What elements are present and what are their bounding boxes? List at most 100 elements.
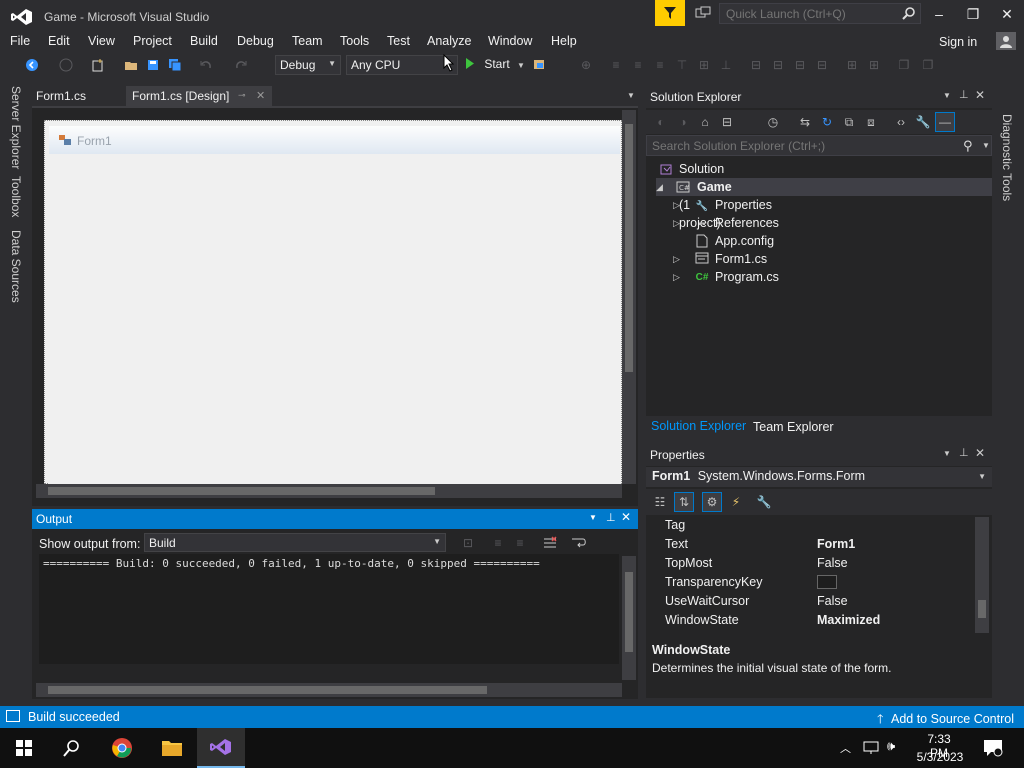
collapsed-triangle-icon[interactable]: ▷ <box>673 268 680 286</box>
output-dropdown-chevron-icon[interactable]: ▼ <box>589 513 597 522</box>
forward-icon[interactable]: ◑ <box>675 114 691 130</box>
data-sources-tab[interactable]: Data Sources <box>9 230 23 303</box>
diagnostic-tools-tab[interactable]: Diagnostic Tools <box>1000 114 1014 201</box>
collapsed-triangle-icon[interactable]: ▷ <box>673 214 680 232</box>
new-project-icon[interactable] <box>90 57 106 73</box>
solution-platform-dropdown[interactable]: Any CPU ▼ <box>346 55 458 75</box>
sign-in-link[interactable]: Sign in <box>939 35 977 49</box>
property-row-windowstate[interactable]: WindowState Maximized <box>652 611 972 630</box>
send-to-back-icon[interactable]: ❐ <box>920 57 936 73</box>
start-debugging-button[interactable]: Start ▼ <box>465 57 525 71</box>
back-icon[interactable]: ◐ <box>653 114 669 130</box>
vertical-spacing-icon[interactable]: ⊞ <box>866 57 882 73</box>
property-pages-icon[interactable]: 🔧 <box>756 494 772 510</box>
align-bottoms-icon[interactable]: ⊥ <box>718 57 734 73</box>
categorized-icon[interactable]: ☷ <box>652 494 668 510</box>
show-all-files-icon[interactable]: ⧈ <box>863 114 879 130</box>
menu-window[interactable]: Window <box>488 34 532 48</box>
menu-test[interactable]: Test <box>387 34 410 48</box>
clear-all-icon[interactable] <box>542 535 558 551</box>
properties-wrench-icon[interactable]: 🔧 <box>915 114 931 130</box>
find-in-files-icon[interactable] <box>533 57 549 73</box>
undo-icon[interactable] <box>198 57 214 73</box>
property-row-tag[interactable]: Tag <box>652 516 972 535</box>
sync-with-active-document-icon[interactable]: ⇆ <box>797 114 813 130</box>
align-rights-icon[interactable]: ≡ <box>652 57 668 73</box>
tab-overflow-chevron-icon[interactable]: ▼ <box>627 91 635 100</box>
home-icon[interactable]: ⌂ <box>697 114 713 130</box>
maximize-button[interactable]: ❐ <box>956 0 990 28</box>
account-icon[interactable] <box>996 32 1016 50</box>
close-button[interactable]: ✕ <box>990 0 1024 28</box>
navigate-back-icon[interactable] <box>24 57 40 73</box>
props-dropdown-chevron-icon[interactable]: ▼ <box>943 449 951 458</box>
show-hidden-icons-chevron-icon[interactable]: ︿ <box>840 740 851 756</box>
properties-view-icon[interactable]: ⚙ <box>702 492 722 512</box>
output-horizontal-scroll-thumb[interactable] <box>48 686 487 694</box>
menu-analyze[interactable]: Analyze <box>427 34 471 48</box>
property-row-text[interactable]: Text Form1 <box>652 535 972 554</box>
find-message-icon[interactable]: ⊡ <box>460 535 476 551</box>
search-options-chevron-icon[interactable]: ▼ <box>982 141 990 150</box>
menu-edit[interactable]: Edit <box>48 34 70 48</box>
property-value[interactable]: False <box>817 556 848 570</box>
align-tops-icon[interactable]: ⊤ <box>674 57 690 73</box>
notification-center-icon[interactable] <box>982 738 1004 758</box>
property-row-usewaitcursor[interactable]: UseWaitCursor False <box>652 592 972 611</box>
refresh-icon[interactable]: ↻ <box>819 114 835 130</box>
align-centers-icon[interactable]: ≡ <box>630 57 646 73</box>
quick-launch-input[interactable] <box>719 3 921 24</box>
color-swatch[interactable] <box>817 575 837 589</box>
menu-build[interactable]: Build <box>190 34 218 48</box>
tab-team-explorer[interactable]: Team Explorer <box>753 420 834 434</box>
alphabetical-icon[interactable]: ⇅ <box>674 492 694 512</box>
collapsed-triangle-icon[interactable]: ▷ <box>673 196 680 214</box>
output-pin-icon[interactable]: ⊥ <box>606 511 616 524</box>
properties-object-selector[interactable]: Form1 System.Windows.Forms.Form ▼ <box>646 467 992 487</box>
size-to-grid-icon[interactable]: ⊟ <box>792 57 808 73</box>
file-explorer-icon[interactable] <box>148 728 196 768</box>
events-lightning-icon[interactable]: ⚡ <box>728 494 744 510</box>
save-icon[interactable] <box>145 57 161 73</box>
menu-debug[interactable]: Debug <box>237 34 274 48</box>
designer-horizontal-scroll-thumb[interactable] <box>48 487 435 495</box>
preview-selected-items-icon[interactable]: — <box>935 112 955 132</box>
switch-views-icon[interactable]: ⊟ <box>719 114 735 130</box>
previous-message-icon[interactable]: ≡ <box>490 535 506 551</box>
search-icon[interactable] <box>48 728 96 768</box>
windows-start-icon[interactable] <box>0 728 48 768</box>
open-file-icon[interactable] <box>123 57 139 73</box>
bring-to-front-icon[interactable]: ❐ <box>896 57 912 73</box>
network-icon[interactable] <box>862 740 880 756</box>
props-close-icon[interactable]: ✕ <box>975 446 985 460</box>
solution-explorer-search-input[interactable] <box>646 135 992 156</box>
se-close-icon[interactable]: ✕ <box>975 88 985 102</box>
output-vertical-scroll-thumb[interactable] <box>625 572 633 652</box>
pending-changes-filter-icon[interactable]: ◷ <box>765 114 781 130</box>
property-value[interactable]: Form1 <box>817 537 855 551</box>
toolbox-tab[interactable]: Toolbox <box>9 176 23 217</box>
property-value[interactable]: False <box>817 594 848 608</box>
clock-date[interactable]: 5/3/2023 <box>914 750 966 764</box>
toggle-word-wrap-icon[interactable] <box>571 535 587 551</box>
send-feedback-icon[interactable] <box>693 4 713 22</box>
tab-solution-explorer[interactable]: Solution Explorer <box>651 419 746 433</box>
volume-icon[interactable]: 🕪 <box>887 738 895 754</box>
properties-vertical-scroll-thumb[interactable] <box>978 600 986 618</box>
make-same-height-icon[interactable]: ⊟ <box>770 57 786 73</box>
se-pin-icon[interactable]: ⊥ <box>959 88 969 101</box>
close-icon[interactable]: ✕ <box>256 89 265 102</box>
tab-form1-cs[interactable]: Form1.cs <box>30 86 92 106</box>
property-row-topmost[interactable]: TopMost False <box>652 554 972 573</box>
view-code-icon[interactable]: ‹› <box>893 114 909 130</box>
se-dropdown-chevron-icon[interactable]: ▼ <box>943 91 951 100</box>
navigate-forward-icon[interactable] <box>58 57 74 73</box>
output-source-dropdown[interactable]: Build ▼ <box>144 533 446 552</box>
property-value[interactable]: Maximized <box>817 613 880 627</box>
tab-form1-design[interactable]: Form1.cs [Design] ⊸ ✕ <box>126 86 272 106</box>
align-middles-icon[interactable]: ⊞ <box>696 57 712 73</box>
server-explorer-tab[interactable]: Server Explorer <box>9 86 23 169</box>
solution-configuration-dropdown[interactable]: Debug ▼ <box>275 55 341 75</box>
next-message-icon[interactable]: ≡ <box>512 535 528 551</box>
output-close-icon[interactable]: ✕ <box>621 510 631 524</box>
